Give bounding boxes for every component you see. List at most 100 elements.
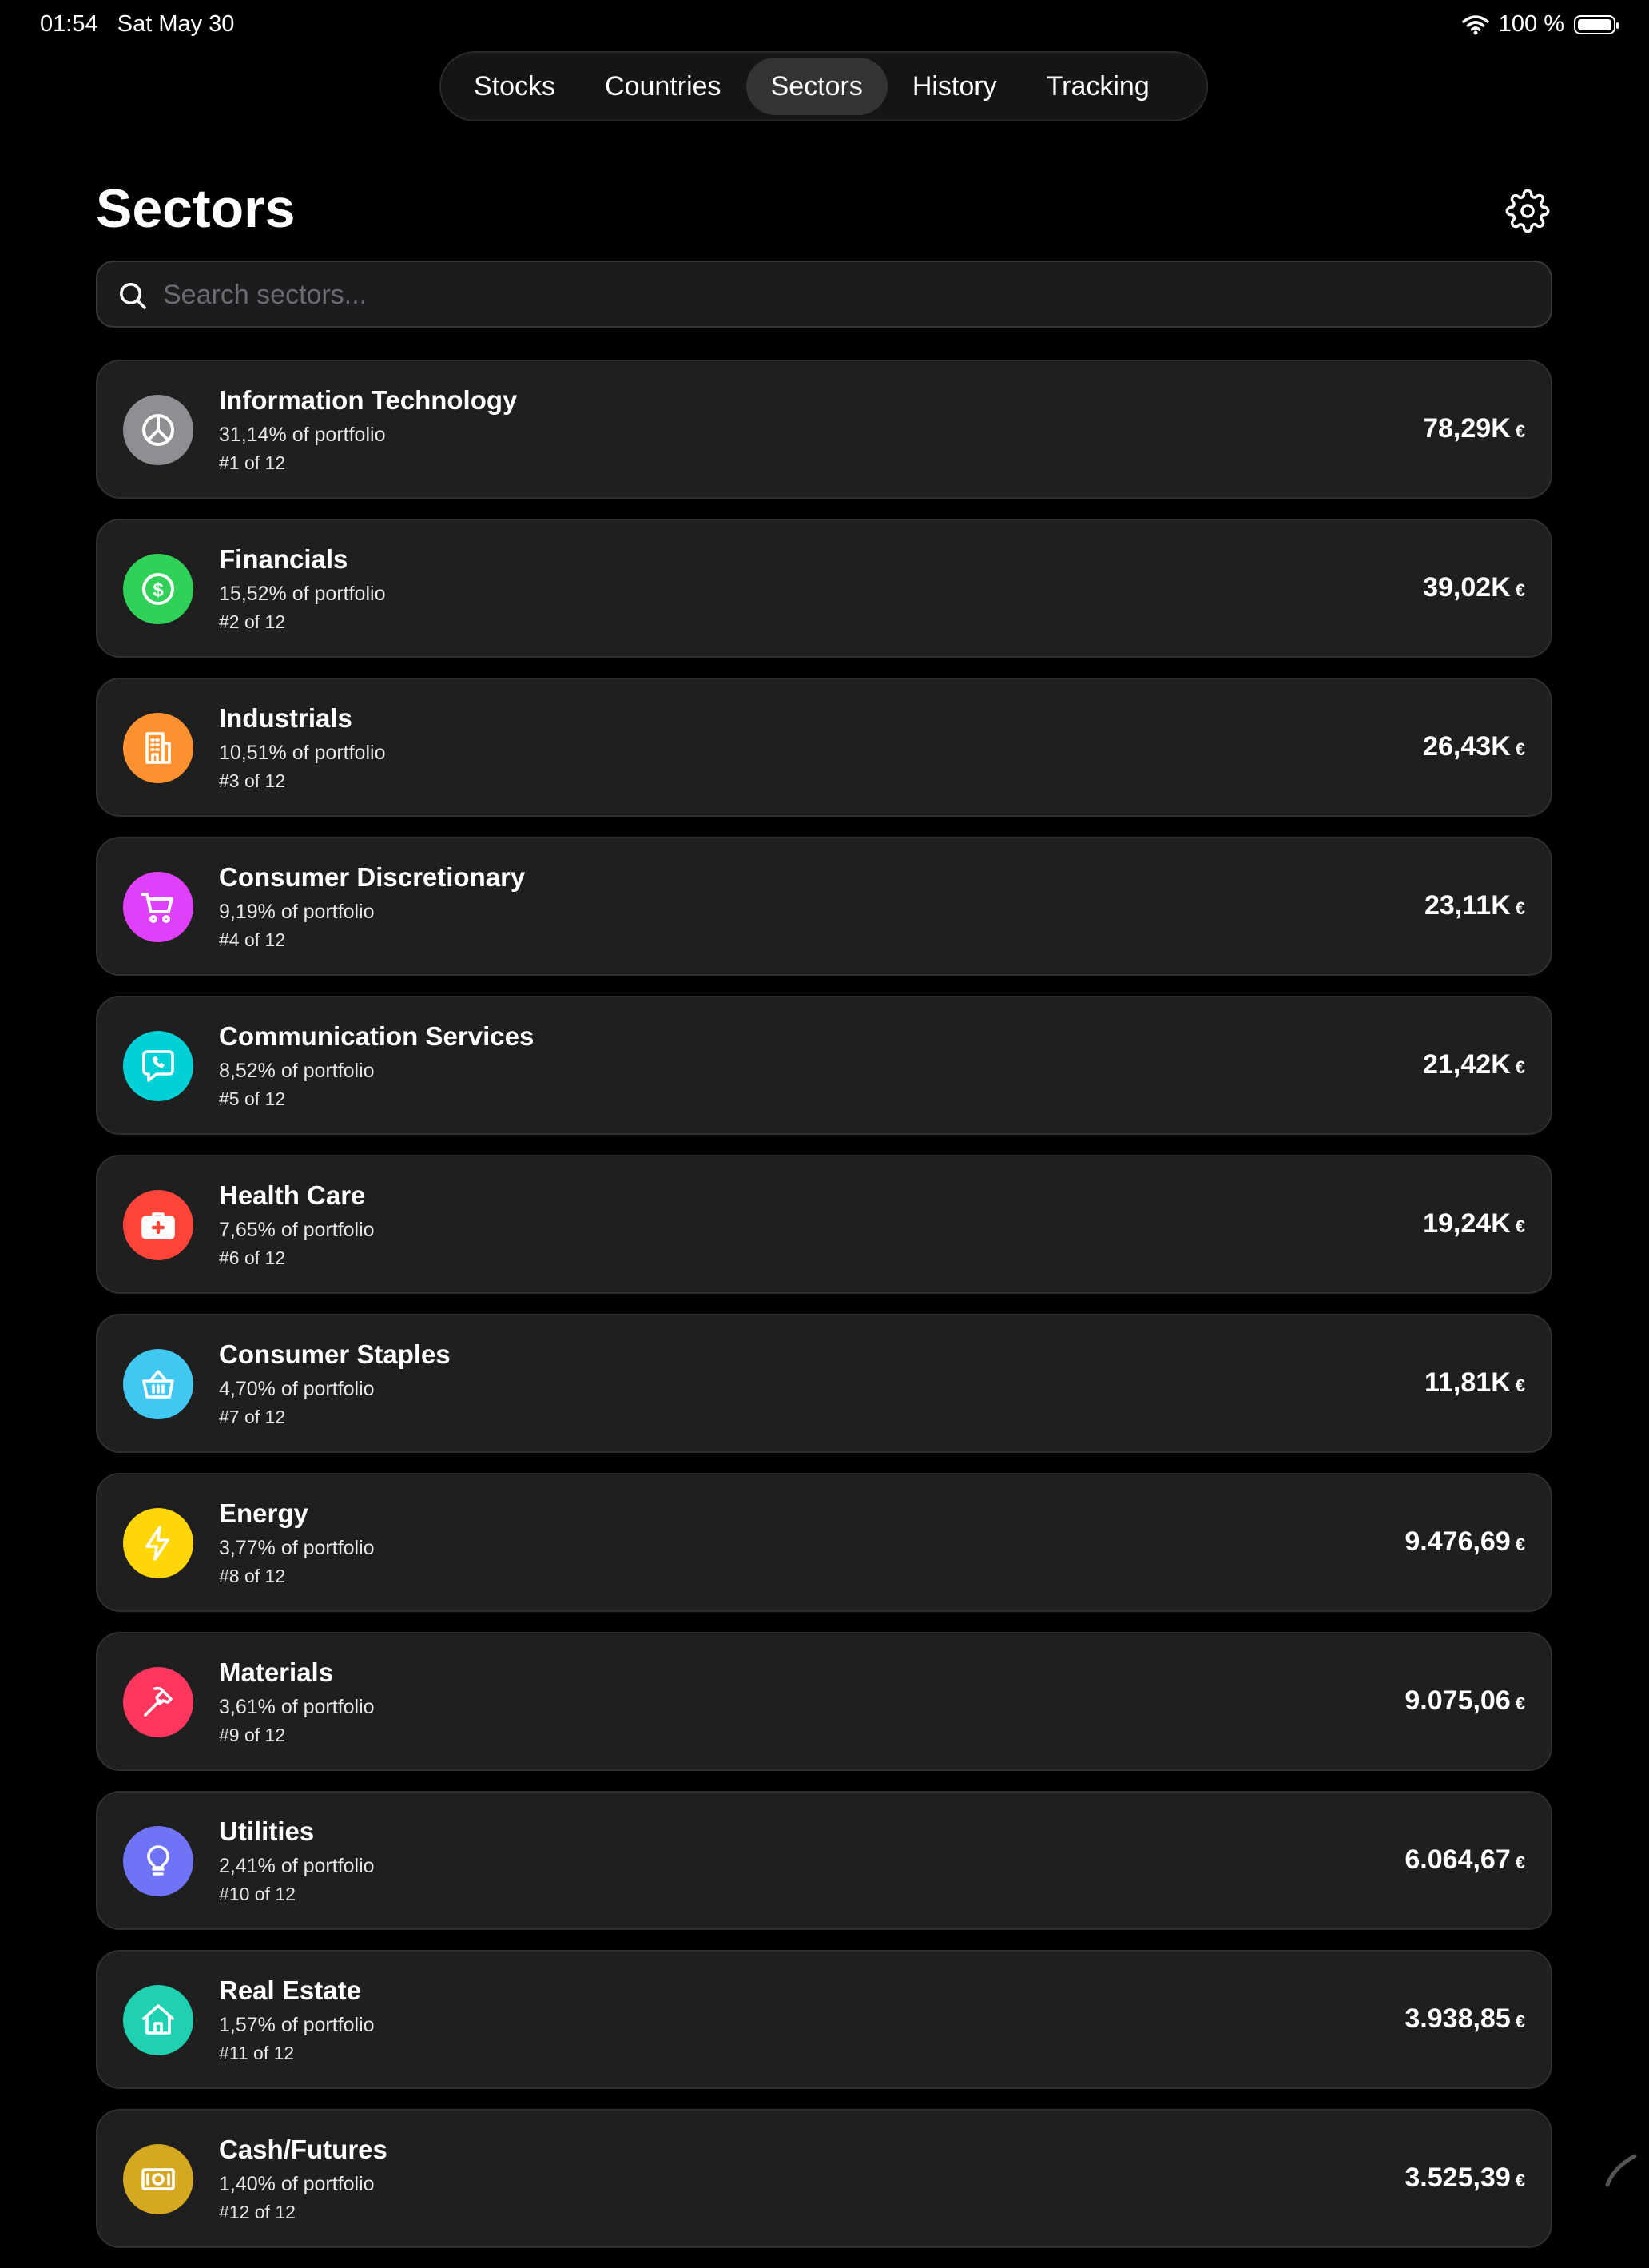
page-title: Sectors — [96, 178, 296, 239]
currency-symbol: € — [1515, 1216, 1525, 1236]
building-icon — [145, 732, 171, 764]
currency-symbol: € — [1515, 2171, 1525, 2190]
sector-card-real-estate[interactable]: Real Estate 1,57% of portfolio #11 of 12… — [96, 1950, 1552, 2089]
banknote-icon — [141, 2168, 175, 2190]
medical-kit-icon — [141, 1212, 175, 1239]
pie-chart-icon — [142, 414, 174, 446]
sector-card-health-care[interactable]: Health Care 7,65% of portfolio #6 of 12 … — [96, 1155, 1552, 1294]
sector-amount: 23,11K — [1424, 890, 1511, 921]
cart-icon — [141, 893, 173, 923]
currency-symbol: € — [1515, 2011, 1525, 2031]
currency-symbol: € — [1515, 1057, 1525, 1077]
currency-symbol: € — [1515, 580, 1525, 600]
house-icon — [142, 2004, 174, 2035]
sector-name: Financials — [219, 544, 348, 574]
sector-name: Health Care — [219, 1180, 366, 1210]
bolt-icon — [145, 1526, 169, 1561]
sector-icon-badge — [123, 1031, 193, 1101]
sector-icon-badge: $ — [123, 554, 193, 624]
sector-name: Industrials — [219, 703, 352, 733]
sector-rank: #11 of 12 — [219, 2043, 295, 2063]
sector-value: 21,42K € — [1423, 1049, 1525, 1080]
tab-history[interactable]: History — [888, 58, 1022, 115]
sector-card-consumer-staples[interactable]: Consumer Staples 4,70% of portfolio #7 o… — [96, 1314, 1552, 1453]
sector-amount: 78,29K — [1423, 413, 1511, 444]
currency-symbol: € — [1515, 421, 1525, 441]
sector-percent: 3,61% of portfolio — [219, 1696, 375, 1718]
sector-name: Information Technology — [219, 385, 518, 415]
tab-tracking[interactable]: Tracking — [1022, 58, 1174, 115]
battery-icon — [1574, 14, 1619, 34]
nav-tabs: Stocks Countries Sectors History Trackin… — [439, 51, 1208, 121]
sector-amount: 9.476,69 — [1405, 1526, 1511, 1557]
status-clock: 01:54 — [40, 11, 98, 37]
currency-symbol: € — [1515, 1852, 1525, 1872]
sector-rank: #7 of 12 — [219, 1407, 286, 1427]
sector-card-information-technology[interactable]: Information Technology 31,14% of portfol… — [96, 360, 1552, 499]
sector-card-communication-services[interactable]: Communication Services 8,52% of portfoli… — [96, 996, 1552, 1135]
sector-list: Information Technology 31,14% of portfol… — [96, 360, 1552, 2268]
sector-value: 26,43K € — [1423, 731, 1525, 762]
sector-rank: #5 of 12 — [219, 1088, 286, 1109]
sector-name: Energy — [219, 1498, 308, 1528]
sector-percent: 31,14% of portfolio — [219, 424, 386, 446]
basket-icon — [142, 1370, 174, 1399]
sector-percent: 15,52% of portfolio — [219, 583, 386, 605]
sector-card-financials[interactable]: $ Financials 15,52% of portfolio #2 of 1… — [96, 519, 1552, 658]
sector-value: 6.064,67 € — [1405, 1844, 1525, 1876]
dollar-circle-icon: $ — [142, 573, 174, 605]
sector-rank: #3 of 12 — [219, 770, 286, 791]
sector-amount: 9.075,06 — [1405, 1685, 1511, 1716]
status-indicators: 100 % — [1462, 11, 1619, 38]
sector-value: 3.938,85 € — [1405, 2003, 1525, 2035]
sector-name: Utilities — [219, 1816, 315, 1846]
sector-amount: 3.938,85 — [1405, 2003, 1511, 2034]
sector-percent: 7,65% of portfolio — [219, 1219, 375, 1241]
sector-card-utilities[interactable]: Utilities 2,41% of portfolio #10 of 12 6… — [96, 1791, 1552, 1930]
phone-bubble-icon — [142, 1050, 174, 1082]
sector-name: Real Estate — [219, 1976, 361, 2005]
sector-rank: #6 of 12 — [219, 1247, 286, 1268]
sector-amount: 39,02K — [1423, 572, 1511, 603]
sector-value: 11,81K € — [1424, 1367, 1525, 1399]
currency-symbol: € — [1515, 898, 1525, 918]
sector-icon-badge — [123, 713, 193, 783]
search-input[interactable] — [161, 262, 1523, 328]
sector-amount: 19,24K — [1423, 1208, 1511, 1239]
sector-rank: #12 of 12 — [219, 2202, 296, 2222]
sector-percent: 3,77% of portfolio — [219, 1537, 375, 1559]
sector-rank: #8 of 12 — [219, 1566, 286, 1586]
currency-symbol: € — [1515, 1693, 1525, 1713]
sector-name: Cash/Futures — [219, 2135, 387, 2164]
sector-amount: 26,43K — [1423, 731, 1511, 762]
sector-card-industrials[interactable]: Industrials 10,51% of portfolio #3 of 12… — [96, 678, 1552, 817]
sector-percent: 10,51% of portfolio — [219, 742, 386, 764]
status-bar: 01:54 Sat May 30 100 % — [0, 0, 1649, 51]
sector-rank: #4 of 12 — [219, 929, 286, 950]
sector-icon-badge — [123, 395, 193, 465]
tab-sectors[interactable]: Sectors — [745, 58, 888, 115]
sector-card-energy[interactable]: Energy 3,77% of portfolio #8 of 12 9.476… — [96, 1473, 1552, 1612]
search-bar[interactable] — [96, 261, 1552, 328]
currency-symbol: € — [1515, 1375, 1525, 1395]
sector-percent: 2,41% of portfolio — [219, 1855, 375, 1877]
sector-card-consumer-discretionary[interactable]: Consumer Discretionary 9,19% of portfoli… — [96, 837, 1552, 976]
status-date: Sat May 30 — [117, 11, 235, 37]
sector-value: 78,29K € — [1423, 413, 1525, 444]
scroll-indicator[interactable] — [1603, 2151, 1639, 2188]
sector-value: 19,24K € — [1423, 1208, 1525, 1239]
sector-percent: 8,52% of portfolio — [219, 1060, 375, 1082]
sector-amount: 3.525,39 — [1405, 2163, 1511, 2193]
sector-name: Consumer Staples — [219, 1339, 451, 1369]
sector-card-cash-futures[interactable]: Cash/Futures 1,40% of portfolio #12 of 1… — [96, 2109, 1552, 2248]
sector-value: 3.525,39 € — [1405, 2163, 1525, 2194]
sector-icon-badge — [123, 1985, 193, 2055]
wifi-icon — [1462, 14, 1489, 34]
svg-text:$: $ — [153, 579, 164, 601]
sector-amount: 11,81K — [1424, 1367, 1511, 1398]
gear-icon[interactable] — [1505, 189, 1550, 233]
tab-countries[interactable]: Countries — [580, 58, 746, 115]
sector-card-materials[interactable]: Materials 3,61% of portfolio #9 of 12 9.… — [96, 1632, 1552, 1771]
sector-icon-badge — [123, 1508, 193, 1578]
tab-stocks[interactable]: Stocks — [449, 58, 580, 115]
